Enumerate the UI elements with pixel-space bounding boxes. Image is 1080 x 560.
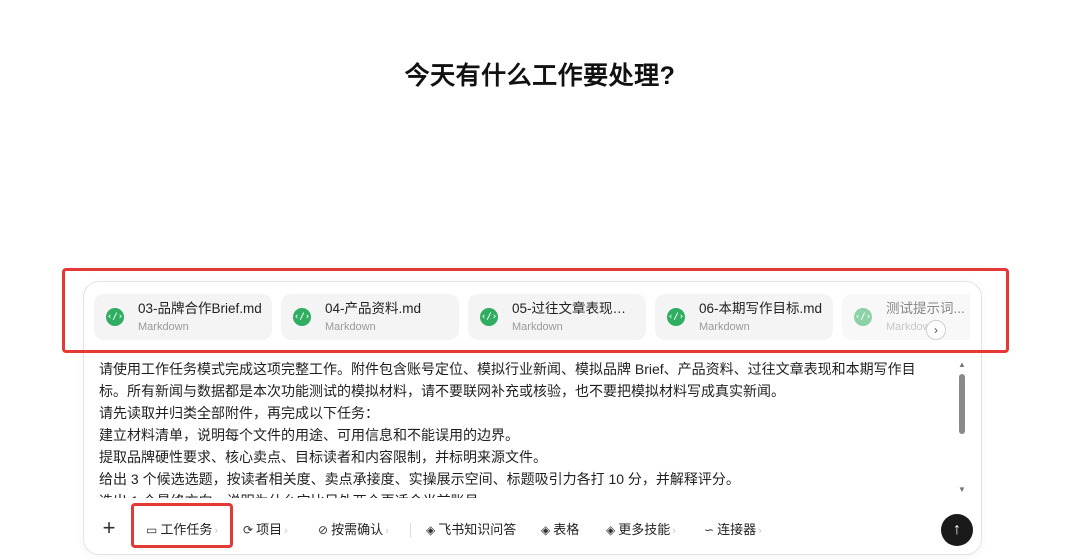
prompt-line: 请使用工作任务模式完成这项完整工作。附件包含账号定位、模拟行业新闻、模拟品牌 B… xyxy=(99,361,916,377)
scrollbar-thumb[interactable] xyxy=(959,374,965,434)
prompt-line: 给出 3 个候选选题，按读者相关度、卖点承接度、实操展示空间、标题吸引力各打 1… xyxy=(99,471,740,487)
project-button[interactable]: ⟳ 项目 › xyxy=(243,520,288,540)
prompt-line: 选出 1 个最终方向，说明为什么它比另外两个更适合当前账号。 xyxy=(99,490,947,498)
attachment-name: 03-品牌合作Brief.md xyxy=(138,301,262,316)
markdown-file-icon: ‹/› xyxy=(293,308,311,326)
more-skills-label: 更多技能 xyxy=(618,522,671,537)
prompt-line: 提取品牌硬性要求、核心卖点、目标读者和内容限制，并标明来源文件。 xyxy=(99,449,547,465)
confirm-mode-button[interactable]: ⊘ 按需确认 › xyxy=(318,520,389,540)
chevron-right-icon: › xyxy=(214,525,219,537)
more-skills-button[interactable]: ◈ 更多技能 › xyxy=(606,520,676,540)
chevron-right-icon: › xyxy=(385,525,389,537)
attachment-chip[interactable]: ‹/› 03-品牌合作Brief.md Markdown xyxy=(94,294,272,340)
work-task-label: 工作任务 xyxy=(160,522,213,537)
markdown-file-icon: ‹/› xyxy=(854,308,872,326)
scroll-up-icon[interactable]: ▲ xyxy=(957,360,967,369)
prompt-line: 标。所有新闻与数据都是本次功能测试的模拟材料，请不要联网补充或核验，也不要把模拟… xyxy=(99,383,785,399)
loop-icon: ⟳ xyxy=(243,523,254,537)
attachment-type: Markdown xyxy=(138,321,189,333)
layers-icon: ◈ xyxy=(606,523,616,537)
composer-toolbar: + ▭ 工作任务 › ⟳ 项目 › ⊘ 按需确认 › ◈ 飞书知识问答 ◈ 表格 ◈ 更多技能 › … xyxy=(84,512,981,546)
attachment-chip[interactable]: ‹/› 05-过往文章表现摘要... Markdown xyxy=(468,294,646,340)
attachment-name: 06-本期写作目标.md xyxy=(699,301,823,316)
send-button[interactable]: ↑ xyxy=(941,514,973,546)
feishu-qa-label: 飞书知识问答 xyxy=(438,522,517,537)
connector-button[interactable]: ∽ 连接器 › xyxy=(704,520,762,540)
laptop-icon: ▭ xyxy=(146,523,158,537)
scroll-down-icon[interactable]: ▼ xyxy=(957,485,967,494)
add-button[interactable]: + xyxy=(98,516,120,540)
chevron-right-icon: › xyxy=(672,525,676,537)
markdown-file-icon: ‹/› xyxy=(480,308,498,326)
sheet-label: 表格 xyxy=(553,522,580,537)
attachment-type: Markdown xyxy=(699,321,750,333)
attachment-name: 测试提示词... xyxy=(886,301,965,316)
attachment-type: Markdown xyxy=(325,321,376,333)
confirm-mode-label: 按需确认 xyxy=(331,522,384,537)
prompt-line: 请先读取并归类全部附件，再完成以下任务： xyxy=(99,405,379,421)
prompt-scrollbar[interactable]: ▲ ▼ xyxy=(957,360,967,494)
attachment-name: 05-过往文章表现摘要... xyxy=(512,301,638,316)
chevron-right-icon: › xyxy=(284,525,288,537)
layers-icon: ◈ xyxy=(426,523,436,537)
chevron-right-icon[interactable]: › xyxy=(926,320,946,340)
attachment-chip[interactable]: ‹/› 06-本期写作目标.md Markdown xyxy=(655,294,833,340)
attachment-name: 04-产品资料.md xyxy=(325,301,422,316)
link-icon: ∽ xyxy=(704,523,715,537)
prompt-input[interactable]: 请使用工作任务模式完成这项完整工作。附件包含账号定位、模拟行业新闻、模拟品牌 B… xyxy=(99,358,947,498)
markdown-file-icon: ‹/› xyxy=(667,308,685,326)
work-task-button[interactable]: ▭ 工作任务 › xyxy=(146,520,218,540)
attachment-list: ‹/› 03-品牌合作Brief.md Markdown ‹/› 04-产品资料… xyxy=(94,294,970,340)
chat-composer: ‹/› 03-品牌合作Brief.md Markdown ‹/› 04-产品资料… xyxy=(83,281,982,555)
page-title: 今天有什么工作要处理? xyxy=(404,62,676,90)
feishu-qa-button[interactable]: ◈ 飞书知识问答 xyxy=(426,520,516,540)
check-circle-icon: ⊘ xyxy=(318,523,329,537)
attachment-chip[interactable]: ‹/› 测试提示词... Markdown xyxy=(842,294,970,340)
connector-label: 连接器 xyxy=(717,522,757,537)
toolbar-divider xyxy=(410,523,411,537)
attachment-type: Markdown xyxy=(512,321,563,333)
project-label: 项目 xyxy=(256,522,283,537)
prompt-line: 建立材料清单，说明每个文件的用途、可用信息和不能误用的边界。 xyxy=(99,427,519,443)
attachment-chip[interactable]: ‹/› 04-产品资料.md Markdown xyxy=(281,294,459,340)
chevron-right-icon: › xyxy=(758,525,762,537)
sheet-button[interactable]: ◈ 表格 xyxy=(541,520,579,540)
layers-icon: ◈ xyxy=(541,523,551,537)
markdown-file-icon: ‹/› xyxy=(106,308,124,326)
